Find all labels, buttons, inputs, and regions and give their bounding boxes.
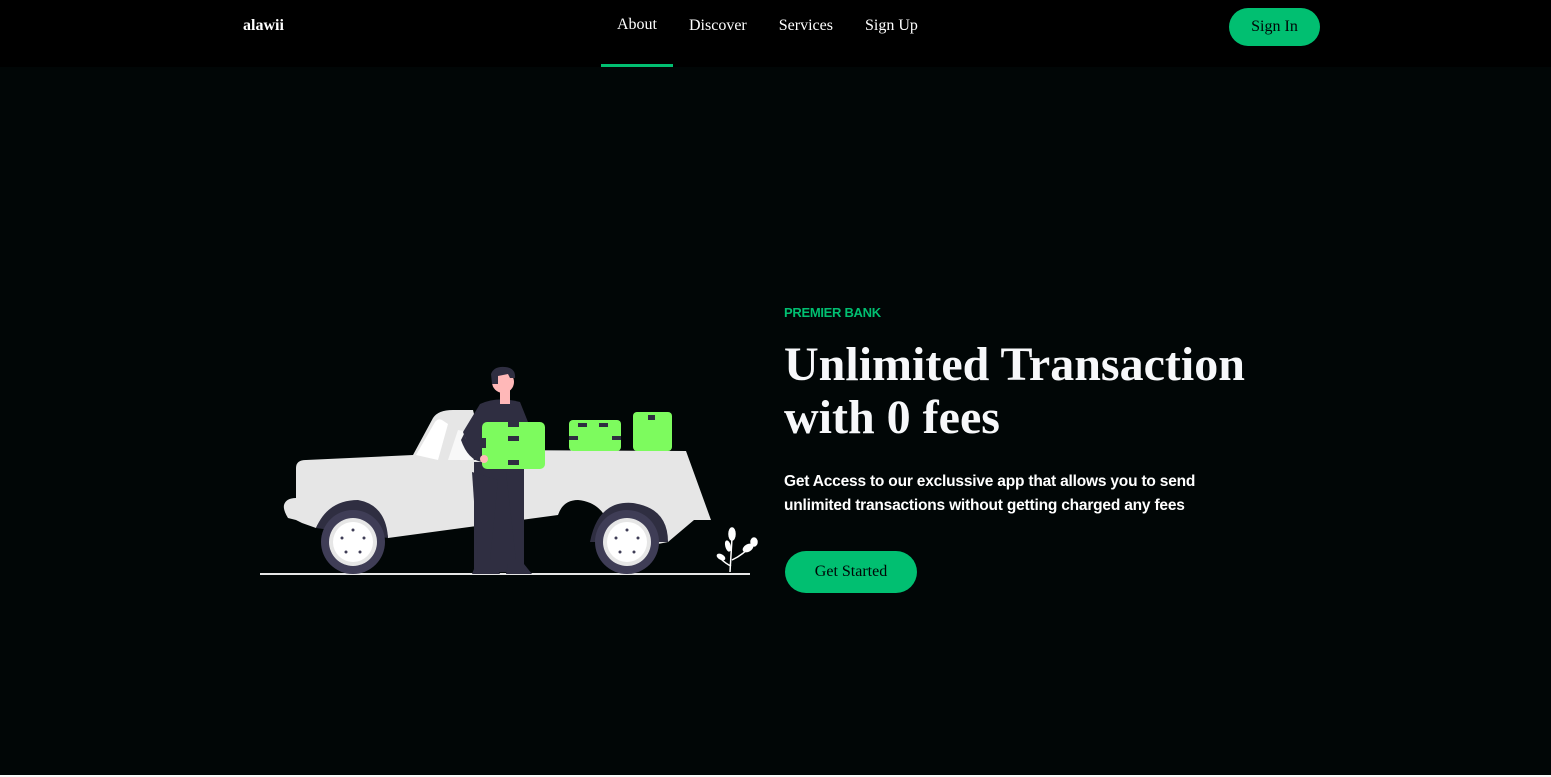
get-started-button[interactable]: Get Started: [785, 551, 917, 593]
logo[interactable]: alawii: [243, 17, 284, 35]
nav-link-about[interactable]: About: [601, 0, 673, 67]
nav-link-services[interactable]: Services: [779, 0, 833, 67]
hero-top-line: PREMIER BANK: [784, 305, 881, 320]
navbar: alawii About Discover Services Sign Up S…: [0, 0, 1551, 67]
hero-heading: Unlimited Transaction with 0 fees: [784, 338, 1245, 444]
nav-link-sign-up[interactable]: Sign Up: [865, 0, 918, 67]
hero-description: Get Access to our exclussive app that al…: [784, 473, 1196, 514]
nav-menu: About Discover Services Sign Up: [601, 0, 918, 67]
person-unloading-car-illustration: [258, 360, 758, 580]
sign-in-button[interactable]: Sign In: [1229, 8, 1320, 46]
nav-link-discover[interactable]: Discover: [689, 0, 747, 67]
